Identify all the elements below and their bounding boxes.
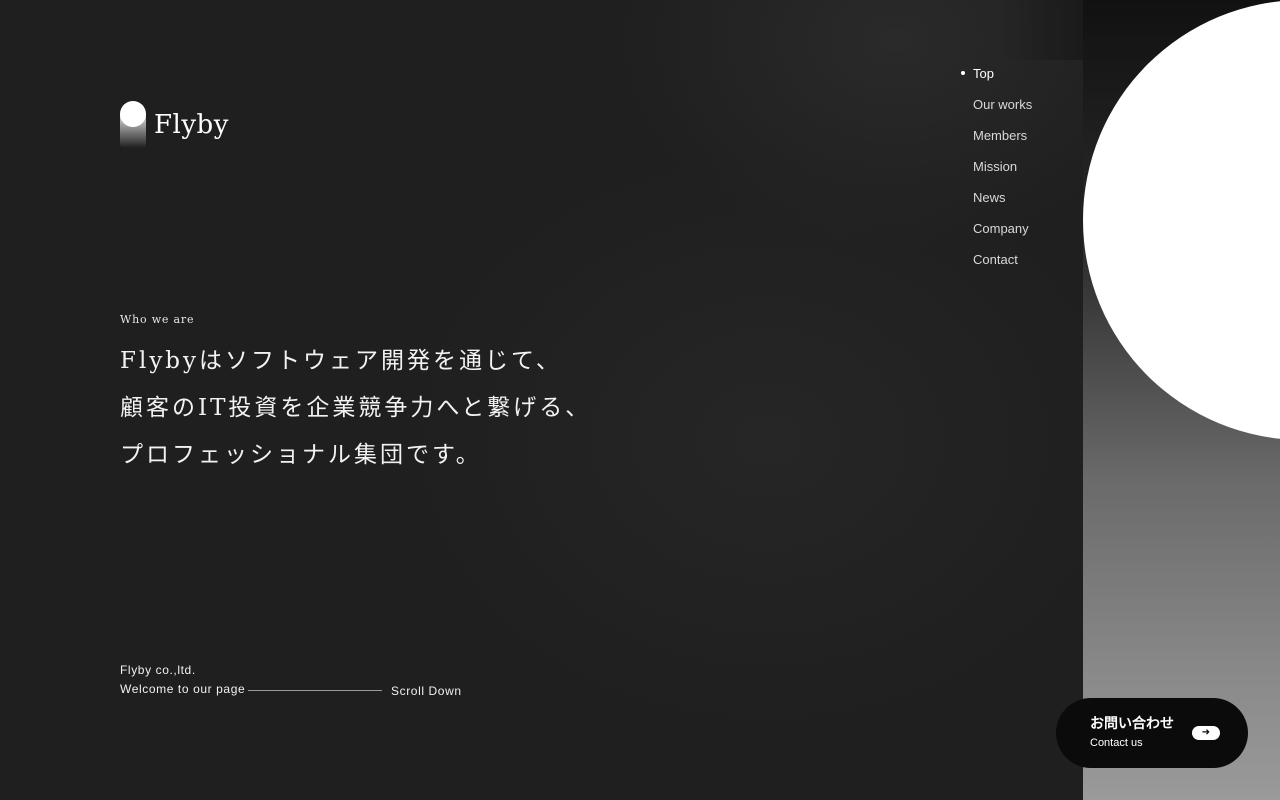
welcome-text: Welcome to our page (120, 682, 246, 696)
scroll-divider-line (248, 690, 382, 691)
nav-item-our-works[interactable]: Our works (960, 94, 1032, 125)
scroll-down-link[interactable]: Scroll Down (391, 684, 462, 698)
brand-logo[interactable]: Flyby (120, 98, 229, 148)
logo-mark-icon (120, 99, 146, 148)
nav-item-label: Members (973, 128, 1028, 143)
contact-label-jp: お問い合わせ (1090, 716, 1174, 732)
nav-item-label: Mission (973, 159, 1018, 174)
nav-item-members[interactable]: Members (960, 125, 1032, 156)
nav-item-label: Contact (973, 252, 1018, 267)
section-eyebrow: Who we are (120, 313, 195, 326)
nav-item-label: Our works (973, 97, 1033, 112)
contact-label-en: Contact us (1090, 737, 1143, 749)
nav-item-company[interactable]: Company (960, 218, 1032, 249)
nav-item-top[interactable]: Top (960, 63, 1032, 94)
hero-page: Flyby Top Our works Members Mission News… (0, 0, 1280, 800)
main-nav: Top Our works Members Mission News Compa… (960, 63, 1032, 280)
nav-item-news[interactable]: News (960, 187, 1032, 218)
active-dot-icon (961, 71, 965, 75)
headline-line: プロフェッショナル集団です。 (120, 442, 482, 468)
nav-item-mission[interactable]: Mission (960, 156, 1032, 187)
arrow-right-icon: ➜ (1192, 726, 1220, 740)
nav-item-contact[interactable]: Contact (960, 249, 1032, 280)
nav-item-label: Top (973, 66, 994, 81)
headline-line: Flybyはソフトウェア開発を通じて、 (120, 348, 562, 374)
nav-item-label: Company (973, 221, 1029, 236)
contact-button[interactable]: お問い合わせ Contact us ➜ (1056, 698, 1248, 768)
nav-item-label: News (973, 190, 1006, 205)
headline-line: 顧客のIT投資を企業競争力へと繋げる、 (120, 395, 592, 421)
hero-headline: Flybyはソフトウェア開発を通じて、 顧客のIT投資を企業競争力へと繋げる、 … (120, 338, 820, 479)
company-name: Flyby co.,ltd. (120, 663, 196, 677)
brand-name: Flyby (154, 110, 229, 140)
